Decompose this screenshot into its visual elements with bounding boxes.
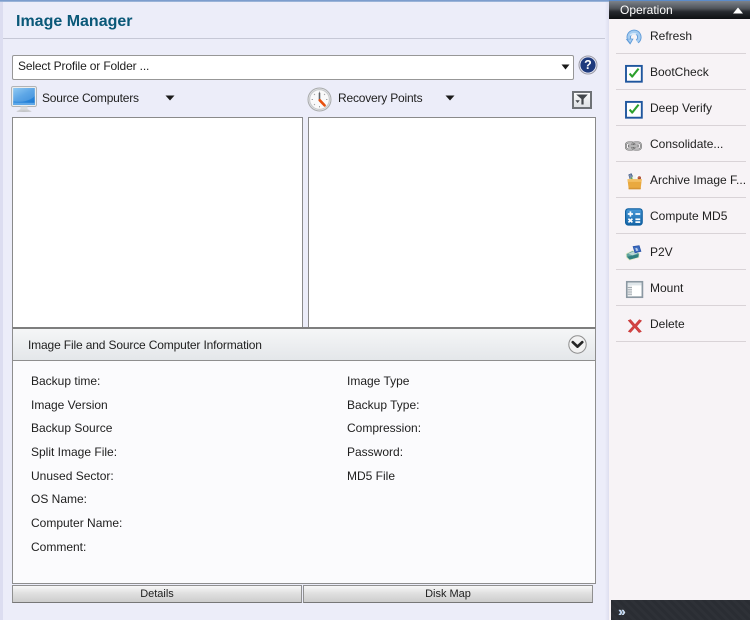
svg-text:?: ? xyxy=(584,58,592,72)
